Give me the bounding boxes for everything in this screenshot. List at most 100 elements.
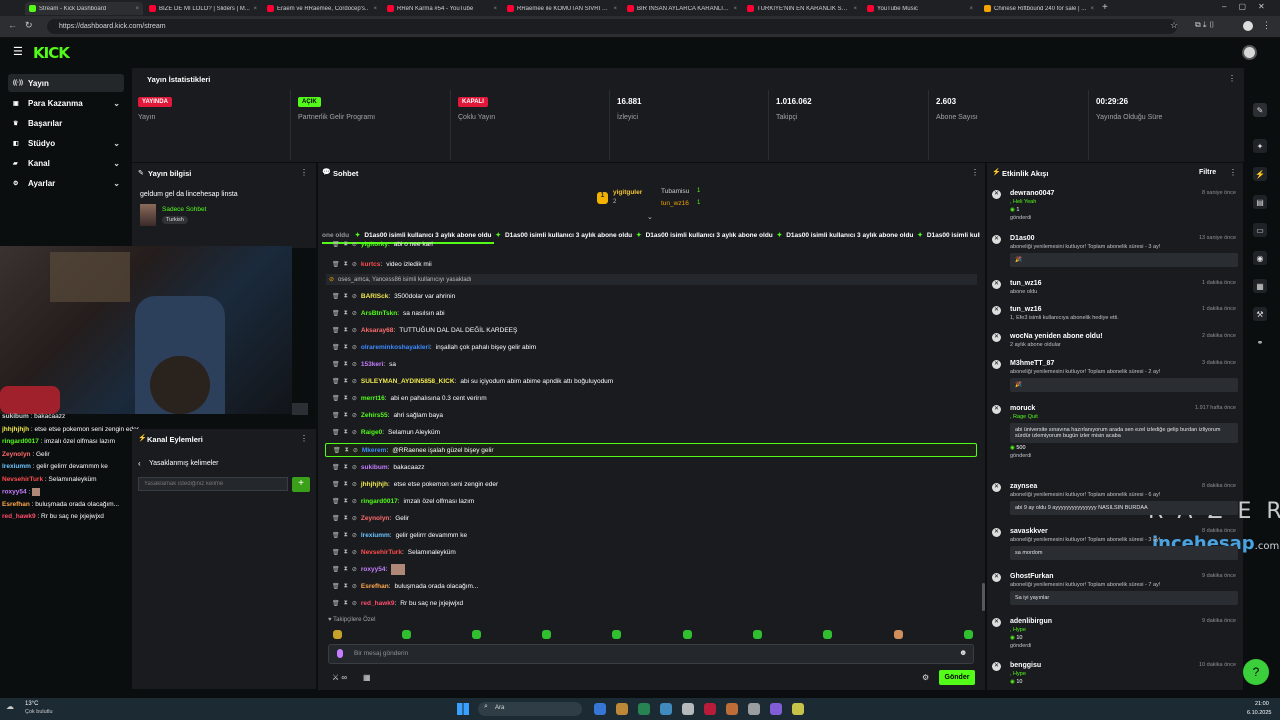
delete-message-icon[interactable]: 🗑 bbox=[332, 241, 340, 248]
mod-tools-icon[interactable]: ⚔ ∞ bbox=[332, 673, 347, 682]
chat-message[interactable]: 🗑 ⧗ ⊘ Mkerem: @RRaenee işalah güzel bişey ge… bbox=[325, 443, 977, 457]
chat-username[interactable]: sukibum bbox=[361, 464, 388, 471]
delete-message-icon[interactable]: 🗑 bbox=[332, 532, 340, 539]
menu-icon[interactable]: ⋮ bbox=[1262, 20, 1271, 31]
layout-rail-icon[interactable]: ▦ bbox=[1253, 279, 1267, 293]
browser-tab[interactable]: Chinese Riftbound 240 for sale | ... × bbox=[980, 2, 1098, 15]
delete-message-icon[interactable]: 🗑 bbox=[333, 447, 341, 454]
sidebar-item[interactable]: ▣ Para Kazanma ⌄ bbox=[8, 94, 124, 112]
chat-username[interactable]: BARISck bbox=[361, 293, 388, 300]
pencil-icon[interactable]: ✎ bbox=[138, 169, 144, 177]
back-chevron-icon[interactable]: ‹ bbox=[138, 459, 141, 468]
chat-message[interactable]: 🗑 ⧗ ⊘ roxyy54: bbox=[332, 563, 406, 575]
timeout-icon[interactable]: ⧗ bbox=[344, 412, 348, 419]
chat-username[interactable]: olrareminkoshayakleri bbox=[361, 344, 430, 351]
delete-message-icon[interactable]: 🗑 bbox=[332, 395, 340, 402]
chat-message[interactable]: 🗑 ⧗ ⊘ 153keri: sa bbox=[332, 358, 396, 370]
filter-button[interactable]: Filtre bbox=[1199, 169, 1216, 176]
ban-user-icon[interactable]: ⊘ bbox=[352, 327, 357, 334]
mic-icon[interactable] bbox=[337, 649, 343, 658]
chat-username[interactable]: NevsehirTurk bbox=[361, 549, 402, 556]
calendar-icon[interactable]: ▦ bbox=[363, 673, 371, 682]
delete-message-icon[interactable]: 🗑 bbox=[332, 481, 340, 488]
ban-user-icon[interactable]: ⊘ bbox=[352, 515, 357, 522]
stats-menu-icon[interactable]: ⋮ bbox=[1228, 74, 1236, 83]
ban-user-icon[interactable]: ⊘ bbox=[352, 310, 357, 317]
delete-message-icon[interactable]: 🗑 bbox=[332, 498, 340, 505]
chat-username[interactable]: Mkerem bbox=[362, 447, 387, 454]
activity-menu-icon[interactable]: ⋮ bbox=[1229, 168, 1237, 177]
chat-message[interactable]: 🗑 ⧗ ⊘ yigitorky: abi o nee karl bbox=[332, 241, 433, 248]
chat-username[interactable]: Raige0 bbox=[361, 429, 382, 436]
delete-message-icon[interactable]: 🗑 bbox=[332, 583, 340, 590]
help-fab[interactable]: ? bbox=[1243, 659, 1269, 685]
add-banned-word-button[interactable]: + bbox=[292, 477, 310, 492]
chat-message[interactable]: 🗑 ⧗ ⊘ ringard0017: imzalı özel olfması lazım bbox=[332, 495, 474, 507]
category-link[interactable]: Sadece Sohbet bbox=[162, 206, 206, 213]
ban-user-icon[interactable]: ⊘ bbox=[352, 412, 357, 419]
tab-close-icon[interactable]: × bbox=[373, 6, 377, 12]
activity-item[interactable]: ✕ tun_wz16 1, Efe3 isimli kullanıcıya abon… bbox=[992, 306, 1238, 321]
ban-user-icon[interactable]: ⊘ bbox=[353, 447, 358, 454]
delete-message-icon[interactable]: 🗑 bbox=[332, 378, 340, 385]
ban-user-icon[interactable]: ⊘ bbox=[352, 532, 357, 539]
sidebar-item[interactable]: ▰ Kanal ⌄ bbox=[8, 154, 124, 172]
wrench-rail-icon[interactable]: ⚒ bbox=[1253, 307, 1267, 321]
chat-username[interactable]: Zehirs55 bbox=[361, 412, 388, 419]
url-field[interactable]: https://dashboard.kick.com/stream bbox=[47, 19, 1177, 34]
browser-tab[interactable]: Eraem ve RRaemee, Cordocep's.. × bbox=[263, 2, 381, 15]
emote-icon[interactable] bbox=[753, 630, 762, 639]
chat-scrollbar[interactable] bbox=[982, 583, 985, 611]
timeout-icon[interactable]: ⧗ bbox=[344, 361, 348, 368]
chat-message[interactable]: 🗑 ⧗ ⊘ kurtcs: video izledik mii bbox=[332, 258, 432, 270]
gear-rail-icon[interactable]: ✦ bbox=[1253, 139, 1267, 153]
chat-username[interactable]: kurtcs bbox=[361, 261, 381, 268]
emote-icon[interactable] bbox=[402, 630, 411, 639]
chat-username[interactable]: roxyy54 bbox=[361, 566, 386, 573]
chat-username[interactable]: red_hawk9 bbox=[361, 600, 395, 607]
taskbar-app-icon[interactable] bbox=[682, 703, 694, 715]
sidebar-item[interactable]: ♛ Başarılar bbox=[8, 114, 124, 132]
chat-message[interactable]: 🗑 ⧗ ⊘ merrt16: abi en pahalısına 0.3 cent ve… bbox=[332, 392, 487, 404]
chat-message[interactable]: 🗑 ⧗ ⊘ sukibum: bakacaazz bbox=[332, 461, 425, 473]
timeout-icon[interactable]: ⧗ bbox=[344, 532, 348, 539]
activity-item[interactable]: ✕ tun_wz16 abone oldu 1 dakika önce bbox=[992, 280, 1238, 295]
chat-message[interactable]: 🗑 ⧗ ⊘ Esrefhan: buluşmada orada olacağım... bbox=[332, 580, 478, 592]
chat-message[interactable]: 🗑 ⧗ ⊘ red_hawk9: Rr bu saç ne jxjejwjxd bbox=[332, 597, 463, 609]
tab-close-icon[interactable]: × bbox=[733, 6, 737, 12]
browser-tab[interactable]: Stream - Kick Dashboard × bbox=[25, 2, 143, 15]
send-button[interactable]: Gönder bbox=[939, 670, 975, 685]
chat-message[interactable]: 🗑 ⧗ ⊘ jhhjhjhjh: etse etse pokemon seni zeng… bbox=[332, 478, 498, 490]
chat-username[interactable]: 153keri bbox=[361, 361, 383, 368]
top-gifter-3[interactable]: tun_wz16 bbox=[661, 200, 689, 207]
back-icon[interactable]: ← bbox=[8, 20, 17, 30]
ban-user-icon[interactable]: ⊘ bbox=[352, 395, 357, 402]
chat-message[interactable]: 🗑 ⧗ ⊘ Aksaray68: TUTTUĞUN DAL DAL DEĞİL KARD… bbox=[332, 324, 517, 336]
ban-user-icon[interactable]: ⊘ bbox=[352, 344, 357, 351]
taskbar-app-icon[interactable] bbox=[770, 703, 782, 715]
activity-item[interactable]: ✕ M3hmeTT_87 aboneliği yenilemesini kutluy… bbox=[992, 360, 1238, 392]
reload-icon[interactable]: ↻ bbox=[25, 20, 33, 31]
tab-close-icon[interactable]: × bbox=[853, 6, 857, 12]
start-icon[interactable] bbox=[457, 703, 469, 715]
chat-message[interactable]: 🗑 ⧗ ⊘ ArsBtnTskn: sa nasılsın abi bbox=[332, 307, 445, 319]
chat-username[interactable]: jhhjhjhjh bbox=[361, 481, 388, 488]
delete-message-icon[interactable]: 🗑 bbox=[332, 261, 340, 268]
browser-tab[interactable]: BİZE DE Mİ LOLO? | Sliders | M... × bbox=[145, 2, 261, 15]
ban-user-icon[interactable]: ⊘ bbox=[352, 361, 357, 368]
timeout-icon[interactable]: ⧗ bbox=[344, 378, 348, 385]
ban-user-icon[interactable]: ⊘ bbox=[352, 261, 357, 268]
delete-message-icon[interactable]: 🗑 bbox=[332, 344, 340, 351]
emote-icon[interactable] bbox=[472, 630, 481, 639]
timeout-icon[interactable]: ⧗ bbox=[344, 395, 348, 402]
ban-user-icon[interactable]: ⊘ bbox=[352, 566, 357, 573]
chat-message[interactable]: 🗑 ⧗ ⊘ SULEYMAN_AYDIN5858_KICK: abi su içiyod… bbox=[332, 375, 613, 387]
timeout-icon[interactable]: ⧗ bbox=[344, 464, 348, 471]
emote-icon[interactable] bbox=[823, 630, 832, 639]
gifter-collapse-icon[interactable]: ⌄ bbox=[647, 213, 653, 221]
tab-close-icon[interactable]: × bbox=[1090, 6, 1094, 12]
chat-message[interactable]: 🗑 ⧗ ⊘ lrexiumm: gelir gelirrr devammm ke bbox=[332, 529, 467, 541]
activity-item[interactable]: ✕ benggisu, Hype ◉ 10 10 dakika önce bbox=[992, 662, 1238, 685]
timeout-icon[interactable]: ⧗ bbox=[344, 310, 348, 317]
taskbar-app-icon[interactable] bbox=[726, 703, 738, 715]
